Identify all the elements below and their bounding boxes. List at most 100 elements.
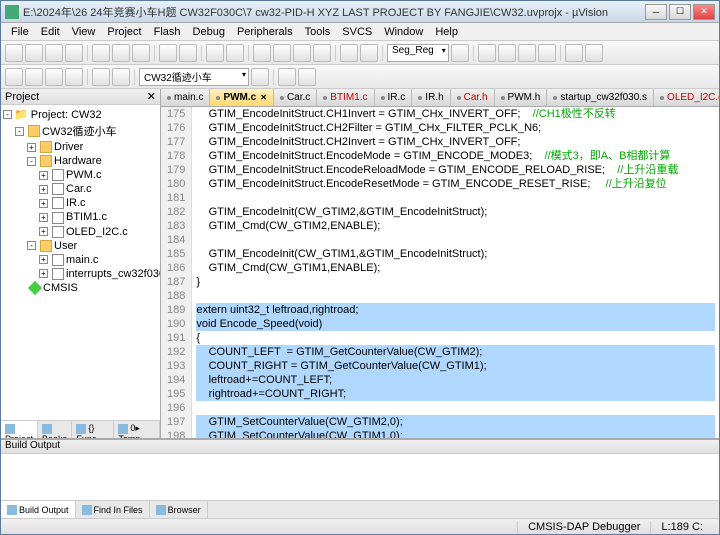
tree-node[interactable]: +main.c	[3, 253, 158, 267]
find-button[interactable]	[451, 44, 469, 62]
menu-flash[interactable]: Flash	[148, 24, 187, 40]
pack-button[interactable]	[298, 68, 316, 86]
maximize-button[interactable]: ☐	[669, 4, 691, 20]
build-target-button[interactable]	[5, 68, 23, 86]
redo-button[interactable]	[179, 44, 197, 62]
sidetab[interactable]: Project	[1, 421, 38, 438]
tree-node[interactable]: +interrupts_cw32f030.c	[3, 267, 158, 281]
filetab-PWM.h[interactable]: PWM.h	[495, 89, 548, 106]
menu-edit[interactable]: Edit	[35, 24, 66, 40]
find-combo[interactable]: Seg_Reg	[387, 44, 449, 62]
bookmark-next-button[interactable]	[293, 44, 311, 62]
tree-node[interactable]: +PWM.c	[3, 168, 158, 182]
bookmark-button[interactable]	[253, 44, 271, 62]
filetab-Car.c[interactable]: Car.c	[274, 89, 317, 106]
tree-node[interactable]: +OLED_I2C.c	[3, 225, 158, 239]
filetab-OLED_I2C.c[interactable]: OLED_I2C.c	[654, 89, 719, 106]
breakpoint-button[interactable]	[498, 44, 516, 62]
paste-button[interactable]	[132, 44, 150, 62]
tree-node[interactable]: +Car.c	[3, 182, 158, 196]
save-button[interactable]	[45, 44, 63, 62]
stop-build-button[interactable]	[92, 68, 110, 86]
code-editor[interactable]: 1751761771781791801811821831841851861871…	[161, 107, 719, 438]
toolbar-2: CW32循迹小车	[1, 65, 719, 89]
menubar: FileEditViewProjectFlashDebugPeripherals…	[1, 23, 719, 41]
app-icon	[5, 5, 19, 19]
menu-peripherals[interactable]: Peripherals	[231, 24, 299, 40]
tree-node[interactable]: +Driver	[3, 140, 158, 154]
output-header: Build Output	[1, 440, 719, 454]
project-sidebar: Project ✕ -📁 Project: CW32-CW32循迹小车+Driv…	[1, 89, 161, 438]
tree-node[interactable]: +IR.c	[3, 196, 158, 210]
menu-help[interactable]: Help	[429, 24, 464, 40]
tree-node[interactable]: -User	[3, 239, 158, 253]
nav-back-button[interactable]	[206, 44, 224, 62]
config-button[interactable]	[585, 44, 603, 62]
menu-debug[interactable]: Debug	[187, 24, 231, 40]
titlebar: E:\2024年\26 24年竞赛小车H题 CW32F030C\7 cw32-P…	[1, 1, 719, 23]
new-button[interactable]	[5, 44, 23, 62]
status-position: L:189 C:	[650, 521, 713, 533]
menu-window[interactable]: Window	[378, 24, 429, 40]
window-button[interactable]	[565, 44, 583, 62]
filetab-BTIM1.c[interactable]: BTIM1.c	[317, 89, 374, 106]
tree-node[interactable]: -📁 Project: CW32	[3, 107, 158, 122]
sidebar-tabs: ProjectBooks{} Func...0▸ Temp...	[1, 420, 160, 438]
sidetab[interactable]: {} Func...	[72, 421, 114, 438]
tree-node[interactable]: -CW32循迹小车	[3, 122, 158, 140]
output-body[interactable]	[1, 454, 719, 500]
menu-svcs[interactable]: SVCS	[336, 24, 378, 40]
filetab-IR.h[interactable]: IR.h	[412, 89, 450, 106]
output-tab[interactable]: Build Output	[1, 501, 76, 518]
manage-button[interactable]	[278, 68, 296, 86]
open-button[interactable]	[25, 44, 43, 62]
options-button[interactable]	[251, 68, 269, 86]
file-tabs: main.cPWM.c✕Car.cBTIM1.cIR.cIR.hCar.hPWM…	[161, 89, 719, 107]
menu-view[interactable]: View	[66, 24, 102, 40]
filetab-main.c[interactable]: main.c	[161, 89, 210, 106]
filetab-Car.h[interactable]: Car.h	[451, 89, 495, 106]
filetab-startup_cw32f030.s[interactable]: startup_cw32f030.s	[547, 89, 654, 106]
bookmark-clear-button[interactable]	[313, 44, 331, 62]
window-title: E:\2024年\26 24年竞赛小车H题 CW32F030C\7 cw32-P…	[23, 4, 645, 20]
editor-area: main.cPWM.c✕Car.cBTIM1.cIR.cIR.hCar.hPWM…	[161, 89, 719, 438]
nav-fwd-button[interactable]	[226, 44, 244, 62]
project-tree[interactable]: -📁 Project: CW32-CW32循迹小车+Driver-Hardwar…	[1, 105, 160, 420]
batch-build-button[interactable]	[65, 68, 83, 86]
saveall-button[interactable]	[65, 44, 83, 62]
filetab-IR.c[interactable]: IR.c	[375, 89, 413, 106]
tree-node[interactable]: +BTIM1.c	[3, 210, 158, 224]
tree-node[interactable]: CMSIS	[3, 281, 158, 295]
build-button[interactable]	[25, 68, 43, 86]
menu-tools[interactable]: Tools	[299, 24, 337, 40]
indent-button[interactable]	[340, 44, 358, 62]
menu-file[interactable]: File	[5, 24, 35, 40]
rebuild-button[interactable]	[45, 68, 63, 86]
minimize-button[interactable]: ─	[645, 4, 667, 20]
sidetab[interactable]: Books	[38, 421, 72, 438]
copy-button[interactable]	[112, 44, 130, 62]
status-debugger: CMSIS-DAP Debugger	[517, 521, 650, 533]
sidebar-close-icon[interactable]: ✕	[147, 90, 156, 103]
output-tabs: Build OutputFind In FilesBrowser	[1, 500, 719, 518]
output-tab[interactable]: Find In Files	[76, 501, 150, 518]
main-area: Project ✕ -📁 Project: CW32-CW32循迹小车+Driv…	[1, 89, 719, 438]
download-button[interactable]	[112, 68, 130, 86]
sidebar-header: Project ✕	[1, 89, 160, 105]
close-button[interactable]: ✕	[693, 4, 715, 20]
cut-button[interactable]	[92, 44, 110, 62]
bookmark-prev-button[interactable]	[273, 44, 291, 62]
bp-enable-button[interactable]	[518, 44, 536, 62]
code-lines[interactable]: GTIM_EncodeInitStruct.CH1Invert = GTIM_C…	[192, 107, 719, 438]
line-gutter: 1751761771781791801811821831841851861871…	[161, 107, 192, 438]
outdent-button[interactable]	[360, 44, 378, 62]
menu-project[interactable]: Project	[101, 24, 147, 40]
tree-node[interactable]: -Hardware	[3, 154, 158, 168]
target-combo[interactable]: CW32循迹小车	[139, 68, 249, 86]
debug-button[interactable]	[478, 44, 496, 62]
output-tab[interactable]: Browser	[150, 501, 208, 518]
sidetab[interactable]: 0▸ Temp...	[114, 421, 160, 438]
bp-disable-button[interactable]	[538, 44, 556, 62]
undo-button[interactable]	[159, 44, 177, 62]
filetab-PWM.c[interactable]: PWM.c✕	[210, 89, 273, 106]
